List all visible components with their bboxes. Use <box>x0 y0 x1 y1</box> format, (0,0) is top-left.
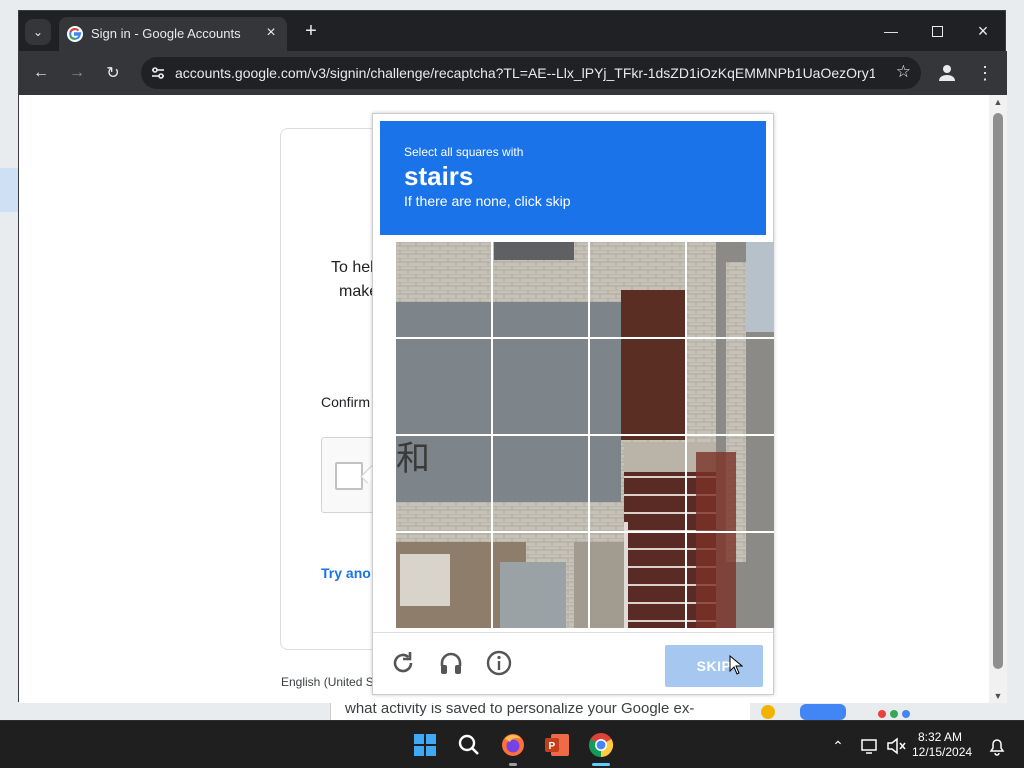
forward-icon[interactable]: → <box>63 59 91 87</box>
firefox-icon[interactable] <box>497 729 529 761</box>
recaptcha-challenge: Select all squares with stairs If there … <box>372 113 774 695</box>
close-window-icon[interactable]: × <box>961 17 1005 45</box>
url-text: accounts.google.com/v3/signin/challenge/… <box>175 65 875 81</box>
menu-kebab-icon[interactable]: ⋮ <box>973 61 997 85</box>
network-icon[interactable] <box>859 735 881 757</box>
reload-icon[interactable] <box>389 649 417 677</box>
grid-tile-r3-c1[interactable] <box>396 436 491 531</box>
grid-tile-r4-c1[interactable] <box>396 533 491 628</box>
language-selector[interactable]: English (United S <box>281 675 374 689</box>
taskbar: P ⌃ 8:32 AM 12/15/2024 <box>0 720 1024 768</box>
challenge-keyword: stairs <box>404 161 474 191</box>
scroll-thumb[interactable] <box>993 113 1003 669</box>
grid-tile-r1-c1[interactable] <box>396 242 491 337</box>
tab-list-icon[interactable]: ⌄ <box>25 19 51 45</box>
profile-icon[interactable] <box>935 61 959 85</box>
challenge-footer: SKIP <box>373 632 773 694</box>
notification-bell-icon[interactable] <box>986 735 1008 757</box>
tab-sign-in[interactable]: Sign in - Google Accounts × <box>59 17 287 51</box>
chrome-icon[interactable] <box>585 729 617 761</box>
minimize-icon[interactable]: — <box>869 17 913 45</box>
chrome-active-indicator <box>592 763 610 766</box>
grid-tile-r4-c4[interactable] <box>687 533 774 628</box>
background-window-strip <box>0 168 18 212</box>
powerpoint-icon[interactable]: P <box>541 729 573 761</box>
grid-tile-r2-c2[interactable] <box>493 339 588 434</box>
volume-muted-icon[interactable] <box>885 735 907 757</box>
scroll-up-icon[interactable]: ▲ <box>989 95 1007 109</box>
confirm-label: Confirm <box>321 394 371 410</box>
clock-date: 12/15/2024 <box>912 745 973 759</box>
site-settings-icon[interactable] <box>149 64 167 82</box>
grid-tile-r2-c1[interactable] <box>396 339 491 434</box>
audio-challenge-icon[interactable] <box>437 649 465 677</box>
page-scrollbar[interactable]: ▲ ▼ <box>989 95 1007 703</box>
challenge-instruction: Select all squares with <box>404 145 524 159</box>
address-bar[interactable]: accounts.google.com/v3/signin/challenge/… <box>141 57 921 89</box>
close-tab-icon[interactable]: × <box>261 23 281 43</box>
grid-tile-r4-c3[interactable] <box>590 533 685 628</box>
search-icon[interactable] <box>453 729 485 761</box>
browser-window: ⌄ Sign in - Google Accounts × + — × ← → … <box>18 10 1007 703</box>
back-icon[interactable]: ← <box>27 59 55 87</box>
skip-button[interactable]: SKIP <box>665 645 763 687</box>
show-hidden-icons-chevron-icon[interactable]: ⌃ <box>827 735 849 757</box>
challenge-subtext: If there are none, click skip <box>404 193 571 209</box>
mouse-cursor-icon <box>729 655 743 675</box>
grid-tile-r2-c3[interactable] <box>590 339 685 434</box>
clock-time: 8:32 AM <box>917 730 963 744</box>
page-viewport: To hel make Confirm Try ano English (Uni… <box>19 95 989 703</box>
title-bar: ⌄ Sign in - Google Accounts × + — × <box>19 11 1007 51</box>
grid-tile-r3-c3[interactable] <box>590 436 685 531</box>
browser-toolbar: ← → ↻ accounts.google.com/v3/signin/chal… <box>19 51 1007 95</box>
new-tab-icon[interactable]: + <box>299 19 323 43</box>
challenge-header: Select all squares with stairs If there … <box>380 121 766 235</box>
grid-tile-r1-c3[interactable] <box>590 242 685 337</box>
system-clock[interactable]: 8:32 AM 12/15/2024 <box>912 730 973 760</box>
svg-text:P: P <box>549 741 556 752</box>
recaptcha-checkbox[interactable] <box>335 462 363 490</box>
grid-tile-r1-c2[interactable] <box>493 242 588 337</box>
signin-instruction-partial: To hel <box>331 259 374 276</box>
grid-tile-r3-c2[interactable] <box>493 436 588 531</box>
try-another-way-link[interactable]: Try ano <box>321 565 371 581</box>
google-favicon <box>67 26 83 42</box>
background-illustration <box>761 704 910 720</box>
grid-tile-r3-c4[interactable] <box>687 436 774 531</box>
windows-start-icon[interactable] <box>409 729 441 761</box>
info-icon[interactable] <box>485 649 513 677</box>
grid-tile-r1-c4[interactable] <box>687 242 774 337</box>
firefox-running-indicator <box>509 763 517 766</box>
image-grid: 和 <box>396 242 774 628</box>
background-window-text: what activity is saved to personalize yo… <box>330 700 750 720</box>
grid-tile-r2-c4[interactable] <box>687 339 774 434</box>
bookmark-star-icon[interactable]: ☆ <box>896 62 911 82</box>
grid-tile-r4-c2[interactable] <box>493 533 588 628</box>
maximize-icon[interactable] <box>915 17 959 45</box>
tab-title: Sign in - Google Accounts <box>91 26 241 41</box>
reload-icon[interactable]: ↻ <box>99 59 127 87</box>
scroll-down-icon[interactable]: ▼ <box>989 689 1007 703</box>
